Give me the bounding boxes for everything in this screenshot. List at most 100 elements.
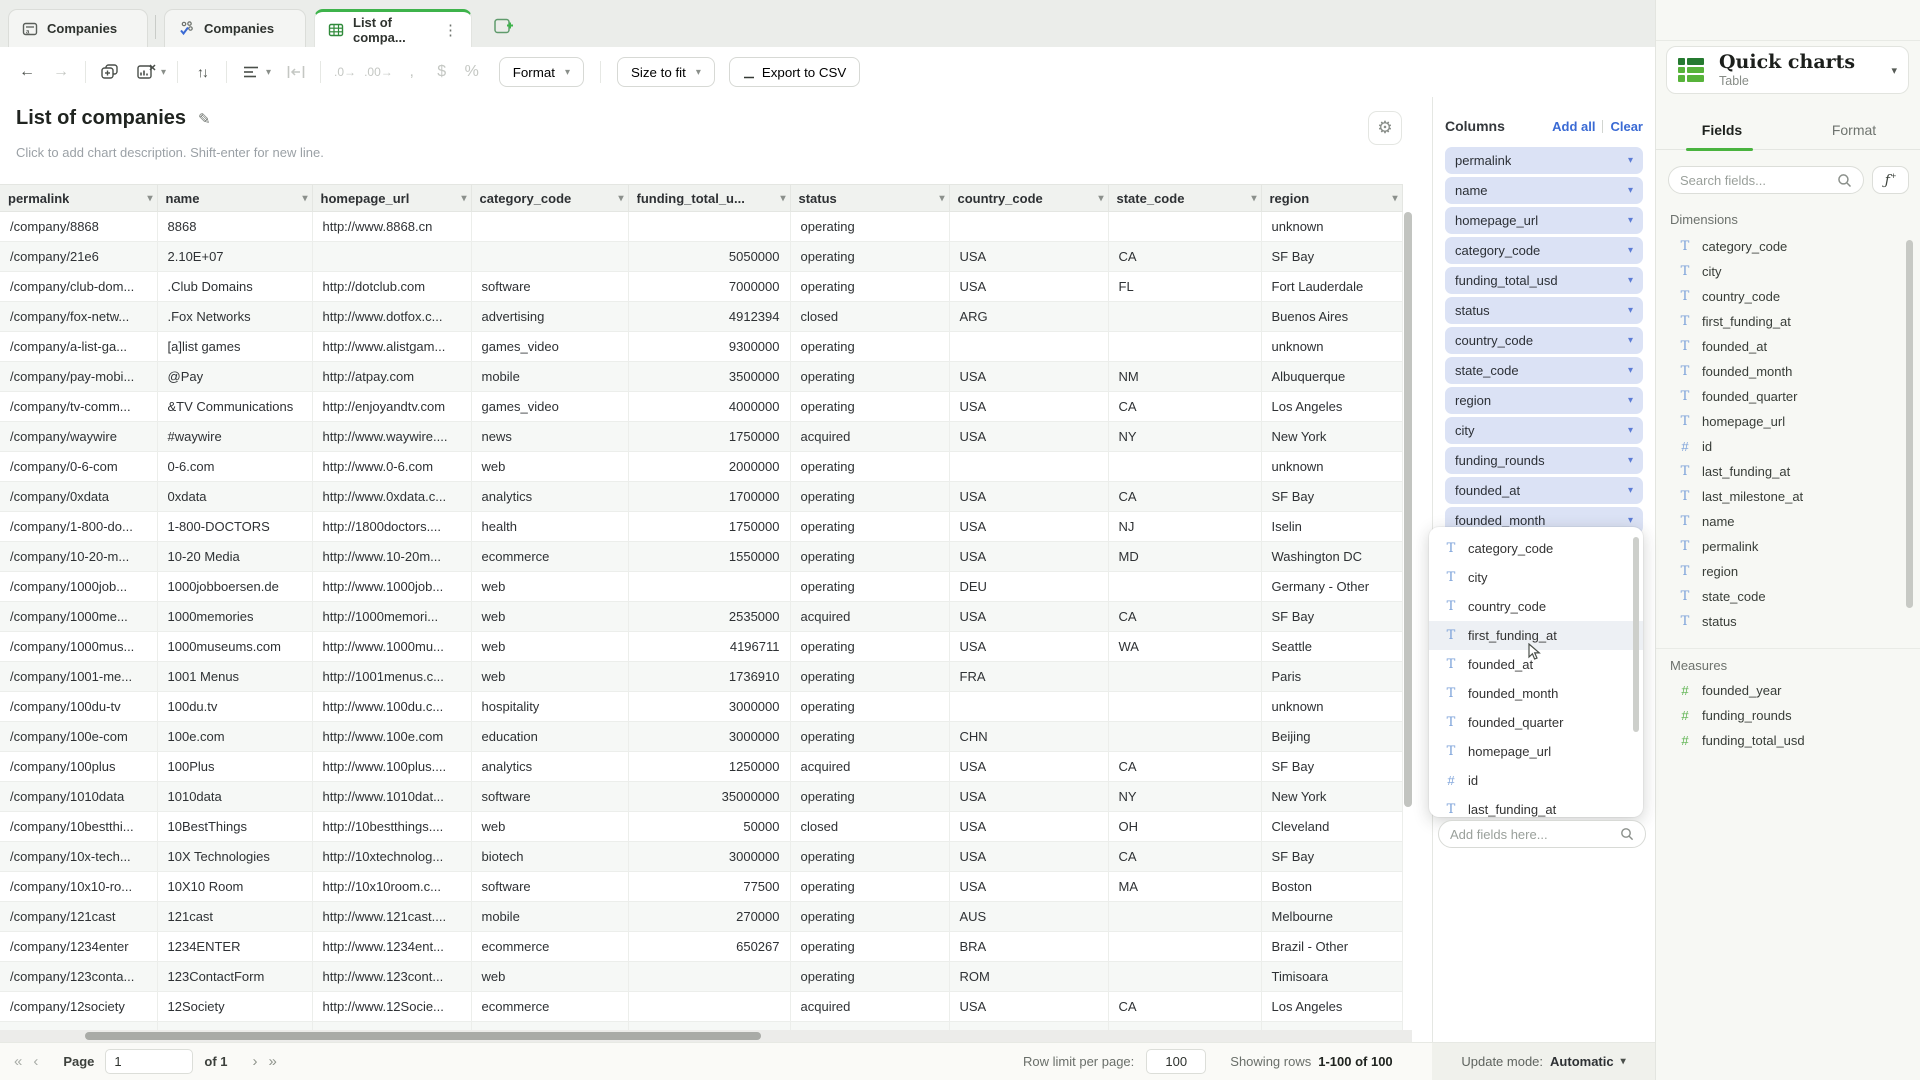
sort-button[interactable]: ↑↓ bbox=[189, 58, 215, 86]
column-chip-country_code[interactable]: country_code ▾ bbox=[1445, 327, 1643, 354]
add-fields-box[interactable] bbox=[1438, 820, 1646, 848]
tab-companies-1[interactable]: a Companies bbox=[8, 9, 148, 47]
column-chip-homepage_url[interactable]: homepage_url ▾ bbox=[1445, 207, 1643, 234]
field-item-city[interactable]: Tcity bbox=[1664, 259, 1902, 284]
sort-chevron-icon[interactable]: ▾ bbox=[461, 193, 466, 204]
column-chip-funding_total_usd[interactable]: funding_total_usd ▾ bbox=[1445, 267, 1643, 294]
field-item-funding_total_usd[interactable]: # funding_total_usd bbox=[1664, 728, 1902, 753]
decrease-decimals-button[interactable]: .0→ bbox=[332, 58, 358, 86]
dropdown-item-founded_month[interactable]: Tfounded_month bbox=[1429, 679, 1643, 708]
chevron-down-icon[interactable]: ▾ bbox=[161, 67, 166, 78]
chevron-down-icon[interactable]: ▾ bbox=[1628, 275, 1633, 286]
column-header-region[interactable]: region ▾ bbox=[1261, 184, 1403, 212]
chevron-down-icon[interactable]: ▾ bbox=[1628, 485, 1633, 496]
horizontal-scrollbar-thumb[interactable] bbox=[85, 1032, 761, 1040]
field-item-country_code[interactable]: Tcountry_code bbox=[1664, 284, 1902, 309]
column-chip-funding_rounds[interactable]: funding_rounds ▾ bbox=[1445, 447, 1643, 474]
next-page-icon[interactable]: › bbox=[253, 1053, 258, 1070]
column-chip-region[interactable]: region ▾ bbox=[1445, 387, 1643, 414]
chevron-down-icon[interactable]: ▾ bbox=[266, 67, 271, 78]
dropdown-item-homepage_url[interactable]: Thomepage_url bbox=[1429, 737, 1643, 766]
chevron-down-icon[interactable]: ▾ bbox=[1628, 245, 1633, 256]
page-number-input[interactable] bbox=[105, 1049, 194, 1074]
chevron-down-icon[interactable]: ▾ bbox=[1628, 335, 1633, 346]
align-button[interactable] bbox=[238, 58, 264, 86]
sort-chevron-icon[interactable]: ▾ bbox=[618, 193, 623, 204]
column-header-country_code[interactable]: country_code ▾ bbox=[949, 184, 1109, 212]
clear-link[interactable]: Clear bbox=[1610, 119, 1643, 134]
field-item-state_code[interactable]: Tstate_code bbox=[1664, 584, 1902, 609]
chevron-down-icon[interactable]: ▾ bbox=[1628, 155, 1633, 166]
size-to-fit-button[interactable]: Size to fit ▾ bbox=[617, 57, 715, 87]
field-item-funding_rounds[interactable]: # funding_rounds bbox=[1664, 703, 1902, 728]
field-item-founded_at[interactable]: Tfounded_at bbox=[1664, 334, 1902, 359]
field-item-founded_year[interactable]: # founded_year bbox=[1664, 678, 1902, 703]
redo-button[interactable]: → bbox=[48, 58, 74, 86]
field-item-founded_month[interactable]: Tfounded_month bbox=[1664, 359, 1902, 384]
column-chip-city[interactable]: city ▾ bbox=[1445, 417, 1643, 444]
dropdown-item-id[interactable]: # id bbox=[1429, 766, 1643, 795]
increase-decimals-button[interactable]: .00→ bbox=[364, 58, 393, 86]
tab-list-of-companies[interactable]: List of compa... ⋮ bbox=[314, 9, 472, 47]
formula-field-button[interactable]: ƒ+ bbox=[1872, 166, 1909, 194]
column-chip-founded_at[interactable]: founded_at ▾ bbox=[1445, 477, 1643, 504]
chevron-down-icon[interactable]: ▾ bbox=[1628, 215, 1633, 226]
format-button[interactable]: Format ▾ bbox=[498, 57, 584, 87]
tab-fields[interactable]: Fields bbox=[1656, 110, 1788, 151]
add-all-link[interactable]: Add all bbox=[1552, 119, 1595, 134]
dropdown-item-country_code[interactable]: Tcountry_code bbox=[1429, 592, 1643, 621]
fields-scrollbar[interactable] bbox=[1906, 240, 1913, 608]
field-item-id[interactable]: # id bbox=[1664, 434, 1902, 459]
column-header-state_code[interactable]: state_code ▾ bbox=[1108, 184, 1262, 212]
export-csv-button[interactable]: Export to CSV bbox=[728, 57, 861, 87]
field-item-homepage_url[interactable]: Thomepage_url bbox=[1664, 409, 1902, 434]
horizontal-scrollbar[interactable] bbox=[0, 1030, 1412, 1042]
chevron-down-icon[interactable]: ▾ bbox=[1628, 395, 1633, 406]
field-item-first_funding_at[interactable]: Tfirst_funding_at bbox=[1664, 309, 1902, 334]
tab-menu-icon[interactable]: ⋮ bbox=[443, 21, 458, 39]
chart-description-placeholder[interactable]: Click to add chart description. Shift-en… bbox=[16, 145, 324, 160]
field-item-permalink[interactable]: Tpermalink bbox=[1664, 534, 1902, 559]
dropdown-item-city[interactable]: Tcity bbox=[1429, 563, 1643, 592]
chevron-down-icon[interactable]: ▾ bbox=[1628, 185, 1633, 196]
column-header-funding_total_u...[interactable]: funding_total_u... ▾ bbox=[628, 184, 791, 212]
tab-format[interactable]: Format bbox=[1788, 110, 1920, 149]
field-item-last_milestone_at[interactable]: Tlast_milestone_at bbox=[1664, 484, 1902, 509]
percent-format-button[interactable]: % bbox=[459, 58, 485, 86]
column-chip-permalink[interactable]: permalink ▾ bbox=[1445, 147, 1643, 174]
currency-format-button[interactable]: $ bbox=[429, 58, 455, 86]
sort-chevron-icon[interactable]: ▾ bbox=[780, 193, 785, 204]
tab-companies-2[interactable]: Companies bbox=[164, 9, 306, 47]
chevron-down-icon[interactable]: ▾ bbox=[1628, 455, 1633, 466]
column-chip-category_code[interactable]: category_code ▾ bbox=[1445, 237, 1643, 264]
search-fields-input[interactable] bbox=[1680, 172, 1837, 188]
dropdown-item-founded_quarter[interactable]: Tfounded_quarter bbox=[1429, 708, 1643, 737]
update-mode-select[interactable]: Automatic ▾ bbox=[1550, 1054, 1626, 1069]
duplicate-chart-button[interactable] bbox=[97, 58, 123, 86]
chevron-down-icon[interactable]: ▾ bbox=[1628, 365, 1633, 376]
wrap-text-button[interactable] bbox=[283, 58, 309, 86]
column-header-status[interactable]: status ▾ bbox=[790, 184, 950, 212]
sort-chevron-icon[interactable]: ▾ bbox=[1251, 193, 1256, 204]
row-limit-input[interactable] bbox=[1146, 1049, 1207, 1074]
field-item-region[interactable]: Tregion bbox=[1664, 559, 1902, 584]
column-header-name[interactable]: name ▾ bbox=[157, 184, 313, 212]
edit-title-icon[interactable]: ✎ bbox=[198, 110, 211, 128]
sort-chevron-icon[interactable]: ▾ bbox=[147, 193, 152, 204]
column-header-permalink[interactable]: permalink ▾ bbox=[0, 184, 158, 212]
sort-chevron-icon[interactable]: ▾ bbox=[302, 193, 307, 204]
column-chip-name[interactable]: name ▾ bbox=[1445, 177, 1643, 204]
last-page-icon[interactable]: » bbox=[269, 1053, 277, 1070]
field-item-category_code[interactable]: Tcategory_code bbox=[1664, 234, 1902, 259]
chevron-down-icon[interactable]: ▾ bbox=[1628, 515, 1633, 526]
chevron-down-icon[interactable]: ▾ bbox=[1628, 425, 1633, 436]
first-page-icon[interactable]: « bbox=[14, 1053, 22, 1070]
field-item-last_funding_at[interactable]: Tlast_funding_at bbox=[1664, 459, 1902, 484]
search-fields-box[interactable] bbox=[1668, 166, 1864, 194]
sort-chevron-icon[interactable]: ▾ bbox=[939, 193, 944, 204]
vertical-scrollbar[interactable] bbox=[1404, 212, 1412, 807]
dropdown-scrollbar[interactable] bbox=[1633, 537, 1639, 732]
undo-button[interactable]: ← bbox=[14, 58, 40, 86]
delete-chart-button[interactable] bbox=[133, 58, 159, 86]
previous-page-icon[interactable]: ‹ bbox=[33, 1053, 38, 1070]
